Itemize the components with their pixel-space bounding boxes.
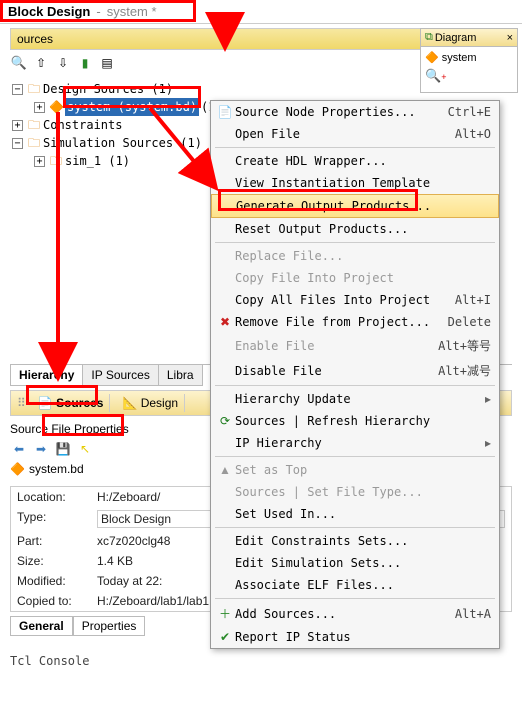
ctx-open-file[interactable]: Open FileAlt+O [211, 123, 499, 145]
tab-design[interactable]: 📐 Design [116, 394, 185, 412]
separator [215, 385, 495, 386]
ctx-replace-file: Replace File... [211, 245, 499, 267]
refresh-icon: ⟳ [215, 414, 235, 428]
ctx-set-as-top: ▲Set as Top [211, 459, 499, 481]
ctx-generate-output-products[interactable]: Generate Output Products... [211, 194, 499, 218]
folder-icon: 🗀 [49, 152, 63, 170]
bd-icon: 🔶 [10, 462, 25, 476]
title-bar: Block Design - system * [0, 0, 522, 24]
report-icon: ✔ [215, 630, 235, 644]
properties-icon: 📄 [215, 105, 235, 119]
ctx-edit-simulation[interactable]: Edit Simulation Sets... [211, 552, 499, 574]
top-icon: ▲ [215, 463, 235, 477]
prop-copied-label: Copied to: [17, 594, 97, 608]
add-icon: ＋ [215, 605, 235, 622]
ctx-set-file-type: Sources | Set File Type... [211, 481, 499, 503]
sources-panel-title: ources [17, 32, 53, 46]
bd-icon: 🔶 [49, 98, 63, 116]
ctx-copy-all-files[interactable]: Copy All Files Into ProjectAlt+I [211, 289, 499, 311]
dash: - [96, 4, 100, 19]
back-icon[interactable]: ⬅ [10, 440, 28, 458]
ctx-enable-file: Enable FileAlt+等号 [211, 333, 499, 358]
tree-label: Simulation Sources (1) [43, 134, 202, 152]
separator [215, 598, 495, 599]
ctx-copy-into-project: Copy File Into Project [211, 267, 499, 289]
collapse-toggle[interactable]: − [12, 138, 23, 149]
bd-icon: 🔶 [425, 51, 439, 64]
ctx-report-ip-status[interactable]: ✔Report IP Status [211, 626, 499, 648]
tree-label: Design Sources (1) [43, 80, 173, 98]
grip-icon: ⠿ [17, 396, 26, 410]
expand-icon[interactable]: ⇩ [54, 54, 72, 72]
prop-location-label: Location: [17, 490, 97, 504]
forward-icon[interactable]: ➡ [32, 440, 50, 458]
tree-label: Constraints [43, 116, 122, 134]
separator [215, 242, 495, 243]
ctx-disable-file[interactable]: Disable FileAlt+减号 [211, 358, 499, 383]
expand-toggle[interactable]: + [12, 120, 23, 131]
ctx-refresh-hierarchy[interactable]: ⟳Sources | Refresh Hierarchy [211, 410, 499, 432]
ctx-edit-constraints[interactable]: Edit Constraints Sets... [211, 530, 499, 552]
ctx-add-sources[interactable]: ＋Add Sources...Alt+A [211, 601, 499, 626]
ctx-reset-output-products[interactable]: Reset Output Products... [211, 218, 499, 240]
tcl-console-label: Tcl Console [10, 654, 512, 668]
prop-modified-label: Modified: [17, 574, 97, 588]
ctx-associate-elf[interactable]: Associate ELF Files... [211, 574, 499, 596]
pointer-icon[interactable]: ↖ [76, 440, 94, 458]
separator [215, 527, 495, 528]
tab-hierarchy[interactable]: Hierarchy [10, 365, 83, 386]
ctx-create-hdl-wrapper[interactable]: Create HDL Wrapper... [211, 150, 499, 172]
properties-file-name: system.bd [29, 462, 84, 476]
collapse-icon[interactable]: ⇧ [32, 54, 50, 72]
app-title: Block Design [8, 4, 90, 19]
search-icon[interactable]: 🔍 [10, 54, 28, 72]
collapse-toggle[interactable]: − [12, 84, 23, 95]
save-icon[interactable]: 💾 [54, 440, 72, 458]
tab-sources[interactable]: 📄 Sources [32, 394, 111, 412]
diagram-system-label: system [442, 52, 477, 64]
submenu-arrow-icon: ▸ [485, 392, 491, 406]
folder-icon: 🗀 [27, 134, 41, 152]
tree-label-selected: system (system.bd) [65, 98, 199, 116]
expand-toggle[interactable]: + [34, 102, 45, 113]
remove-icon: ✖ [215, 315, 235, 329]
diagram-tab[interactable]: ⧉ Diagram × [421, 29, 517, 47]
file-name: system * [107, 4, 157, 19]
ctx-ip-hierarchy[interactable]: IP Hierarchy▸ [211, 432, 499, 454]
diagram-icon: ⧉ [425, 31, 433, 44]
separator [215, 147, 495, 148]
close-icon[interactable]: × [507, 32, 513, 44]
zoom-icon[interactable]: 🔍+ [425, 68, 446, 84]
diagram-system-row[interactable]: 🔶 system [425, 51, 513, 64]
tree-label: sim_1 (1) [65, 152, 130, 170]
expand-toggle[interactable]: + [34, 156, 45, 167]
tab-properties[interactable]: Properties [73, 616, 146, 636]
options-icon[interactable]: ▤ [98, 54, 116, 72]
diagram-panel: ⧉ Diagram × 🔶 system 🔍+ [420, 28, 518, 93]
prop-part-label: Part: [17, 534, 97, 548]
folder-icon: 🗀 [27, 80, 41, 98]
ctx-hierarchy-update[interactable]: Hierarchy Update▸ [211, 388, 499, 410]
submenu-arrow-icon: ▸ [485, 436, 491, 450]
add-icon[interactable]: ▮ [76, 54, 94, 72]
diagram-tab-label: Diagram [435, 32, 477, 44]
prop-size-label: Size: [17, 554, 97, 568]
tab-libraries[interactable]: Libra [158, 365, 203, 386]
ctx-set-used-in[interactable]: Set Used In... [211, 503, 499, 525]
prop-type-label: Type: [17, 510, 97, 528]
ctx-source-node-properties[interactable]: 📄Source Node Properties...Ctrl+E [211, 101, 499, 123]
context-menu: 📄Source Node Properties...Ctrl+E Open Fi… [210, 100, 500, 649]
tab-ip-sources[interactable]: IP Sources [82, 365, 158, 386]
ctx-remove-file[interactable]: ✖Remove File from Project...Delete [211, 311, 499, 333]
ctx-view-instantiation[interactable]: View Instantiation Template [211, 172, 499, 194]
tab-general[interactable]: General [10, 616, 73, 636]
folder-icon: 🗀 [27, 116, 41, 134]
separator [215, 456, 495, 457]
